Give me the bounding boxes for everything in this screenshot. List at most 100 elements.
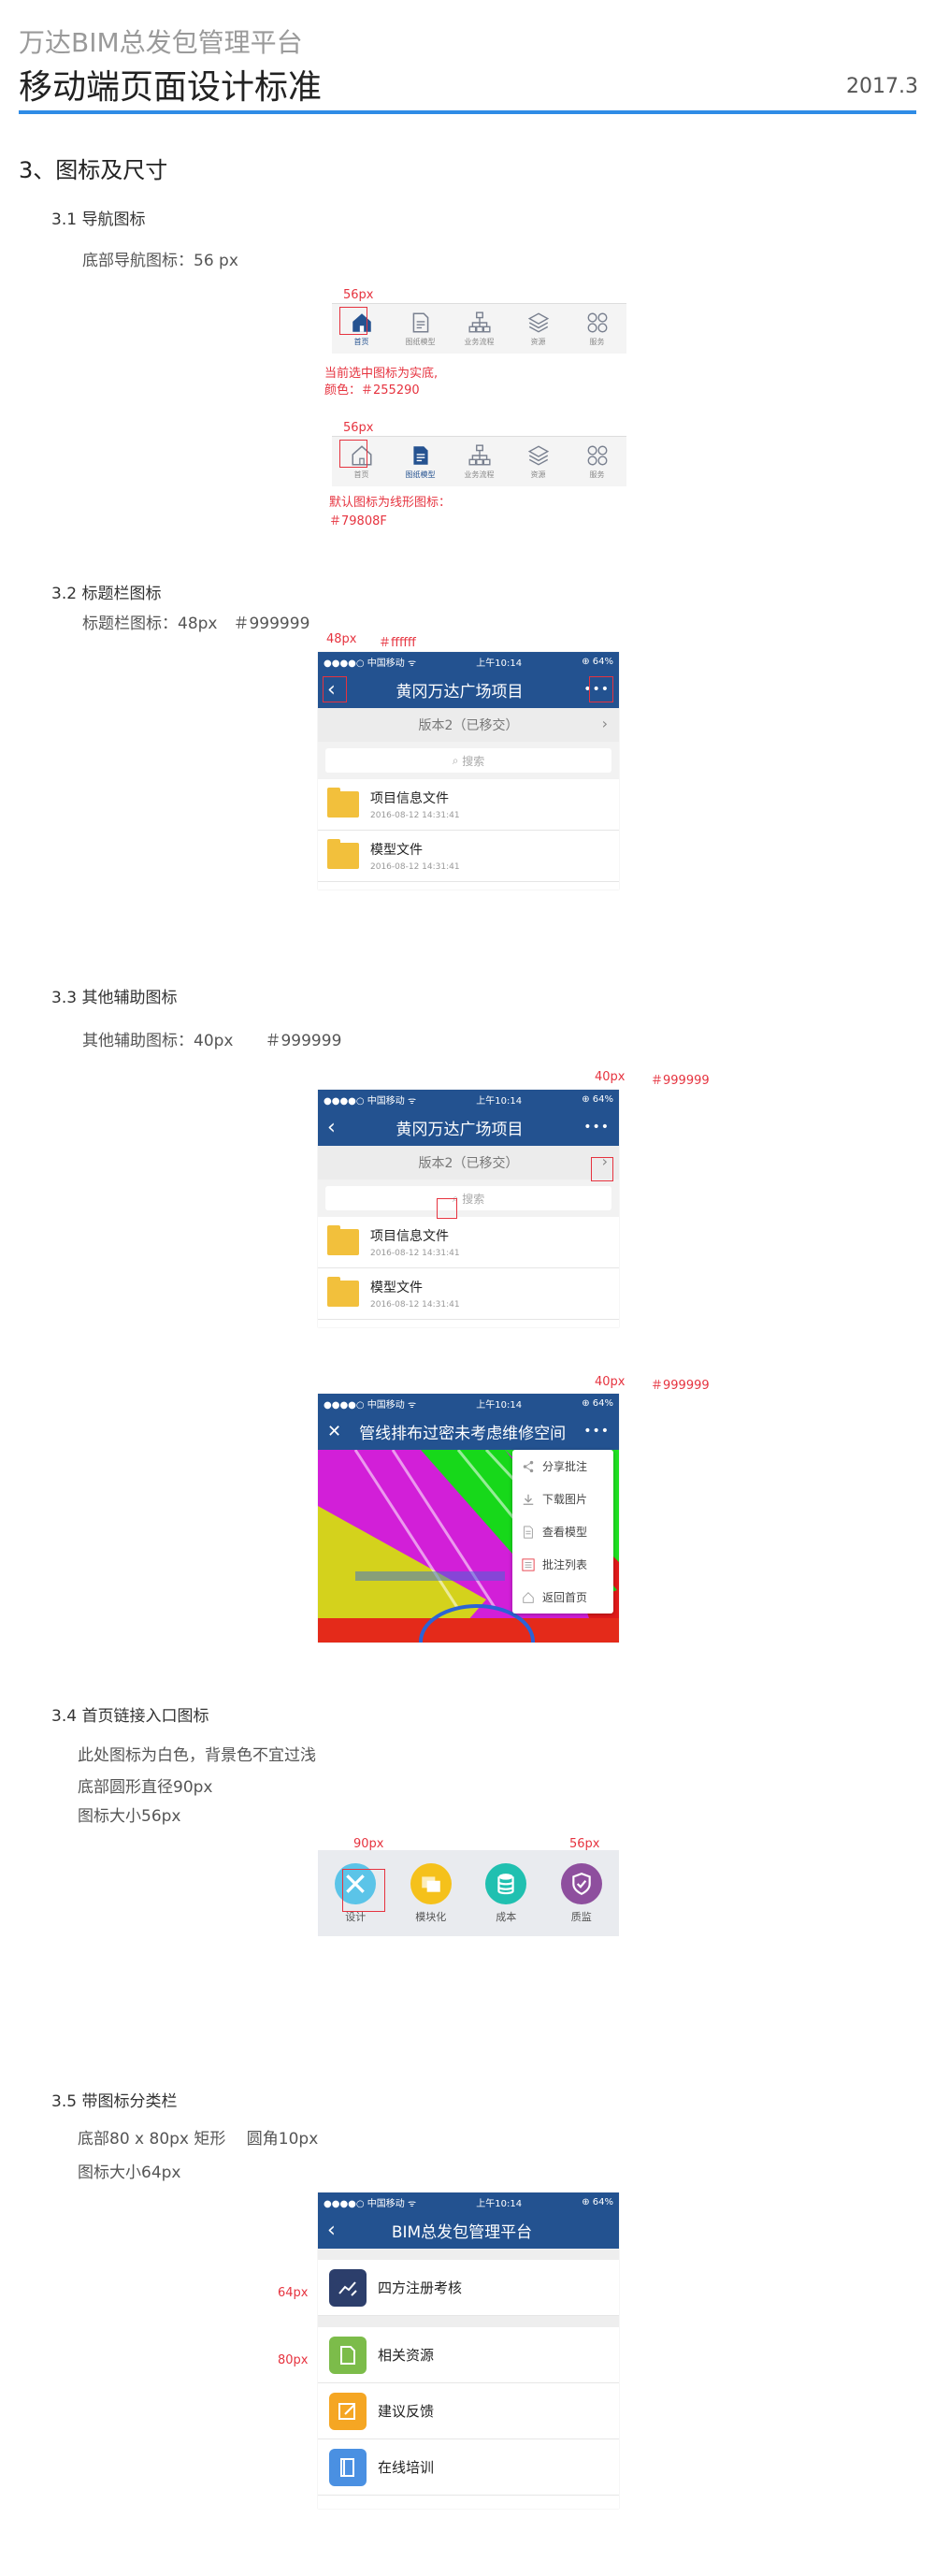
tab-resource[interactable]: 资源 — [509, 304, 568, 354]
list-item[interactable]: 模型文件 2016-08-12 14:31:41 — [318, 831, 619, 882]
s34-line3: 图标大小56px — [78, 1807, 181, 1826]
edit-icon — [329, 2392, 367, 2430]
modules-icon — [410, 1862, 452, 1904]
list-item[interactable]: 模型文件 2016-08-12 14:31:41 — [318, 1268, 619, 1320]
s31-title: 3.1 导航图标 — [51, 210, 146, 229]
layers-icon — [527, 312, 549, 333]
category-item[interactable]: 相关资源 — [318, 2327, 619, 2383]
bottom-nav-active: 首页 图纸模型 业务流程 资源 服务 — [332, 303, 626, 354]
entry-quality[interactable]: 质监 — [560, 1862, 602, 1924]
tab-workflow[interactable]: 业务流程 — [450, 437, 509, 486]
file-date: 2016-08-12 14:31:41 — [370, 1249, 460, 1258]
s31-size-label-1: 56px — [343, 288, 374, 302]
more-icon[interactable]: ••• — [583, 1120, 610, 1135]
category-label: 四方注册考核 — [378, 2279, 463, 2296]
list-item[interactable]: 项目信息文件 2016-08-12 14:31:41 — [318, 779, 619, 831]
highlight-box — [589, 676, 613, 702]
entry-module[interactable]: 模块化 — [410, 1862, 452, 1924]
tab-service[interactable]: 服务 — [568, 437, 626, 486]
s34-line2: 底部圆形直径90px — [78, 1778, 213, 1797]
list-item[interactable]: 项目信息文件 2016-08-12 14:31:41 — [318, 1217, 619, 1268]
tab-label: 图纸模型 — [405, 470, 436, 479]
s31-size-label-2: 56px — [343, 421, 374, 435]
file-date: 2016-08-12 14:31:41 — [370, 811, 460, 820]
s33-desc: 其他辅助图标：40px ＃999999 — [82, 1032, 342, 1050]
search-input[interactable]: ⌕ 搜索 — [325, 1186, 611, 1210]
s32-title: 3.2 标题栏图标 — [51, 585, 162, 603]
book-icon — [329, 2448, 367, 2486]
tab-service[interactable]: 服务 — [568, 304, 626, 354]
menu-item-home[interactable]: 返回首页 — [512, 1581, 613, 1614]
menu-item-view-model[interactable]: 查看模型 — [512, 1515, 613, 1548]
highlight-box — [437, 1198, 457, 1219]
category-item[interactable]: 在线培训 — [318, 2439, 619, 2496]
menu-label: 返回首页 — [542, 1591, 588, 1604]
list-icon — [522, 1557, 535, 1571]
flow-icon — [468, 444, 491, 466]
folder-icon — [327, 788, 359, 818]
s35-size-label-1: 64px — [278, 2286, 309, 2300]
close-icon[interactable]: ✕ — [327, 1422, 341, 1441]
tab-resource[interactable]: 资源 — [509, 437, 568, 486]
version-label: 版本2（已移交） — [418, 718, 519, 733]
document-icon — [329, 2336, 367, 2374]
s34-title: 3.4 首页链接入口图标 — [51, 1707, 209, 1726]
version-label: 版本2（已移交） — [418, 1156, 519, 1171]
file-name: 模型文件 — [370, 1281, 423, 1295]
back-icon[interactable]: ‹ — [327, 2219, 336, 2242]
battery: ⊕ 64% — [582, 656, 613, 667]
category-label: 在线培训 — [378, 2459, 435, 2476]
battery: ⊕ 64% — [582, 1397, 613, 1409]
tab-label: 业务流程 — [464, 338, 495, 346]
clock: 上午10:14 — [476, 1095, 523, 1107]
more-icon[interactable]: ••• — [583, 1424, 610, 1439]
phone-mock-aux: ●●●●○ 中国移动 ᯤ 上午10:14 ⊕ 64% ‹ 黄冈万达广场项目 ••… — [318, 1090, 619, 1327]
search-area: ⌕ 搜索 — [318, 742, 619, 779]
section-title: 3、图标及尺寸 — [19, 157, 168, 183]
file-name: 项目信息文件 — [370, 791, 449, 806]
file-name: 模型文件 — [370, 843, 423, 858]
status-bar: ●●●●○ 中国移动 ᯤ 上午10:14 ⊕ 64% — [318, 2192, 619, 2211]
tab-label: 资源 — [530, 470, 546, 479]
flow-icon — [468, 311, 491, 333]
tab-label: 服务 — [589, 338, 605, 346]
database-icon — [485, 1862, 527, 1904]
category-label: 建议反馈 — [378, 2403, 435, 2420]
search-input[interactable]: ⌕ 搜索 — [325, 748, 611, 773]
title-bar: ‹ BIM总发包管理平台 — [318, 2211, 619, 2249]
spacer — [318, 2316, 619, 2327]
category-item[interactable]: 建议反馈 — [318, 2383, 619, 2439]
back-icon[interactable]: ‹ — [327, 1116, 336, 1139]
entry-cost[interactable]: 成本 — [485, 1862, 527, 1924]
phone-mock-titlebar: ●●●●○ 中国移动 ᯤ 上午10:14 ⊕ 64% ‹ 黄冈万达广场项目 ••… — [318, 652, 619, 890]
version-bar[interactable]: 版本2（已移交） › — [318, 1146, 619, 1179]
menu-item-download[interactable]: 下载图片 — [512, 1483, 613, 1515]
carrier: ●●●●○ 中国移动 ᯤ — [324, 1095, 417, 1107]
tab-drawing-model[interactable]: 图纸模型 — [391, 437, 450, 486]
menu-item-share[interactable]: 分享批注 — [512, 1450, 613, 1483]
s35-size-label-2: 80px — [278, 2353, 309, 2367]
menu-label: 分享批注 — [542, 1460, 588, 1473]
nav-title: 管线排布过密未考虑维修空间 — [359, 1424, 567, 1443]
grid-circles-icon — [587, 312, 607, 333]
category-item[interactable]: 四方注册考核 — [318, 2260, 619, 2316]
highlight-box — [342, 1869, 385, 1912]
file-date: 2016-08-12 14:31:41 — [370, 862, 460, 872]
tab-label: 业务流程 — [464, 470, 495, 479]
tab-label: 服务 — [589, 470, 605, 479]
menu-label: 下载图片 — [542, 1493, 588, 1506]
document-icon — [412, 312, 428, 333]
carrier: ●●●●○ 中国移动 ᯤ — [324, 658, 417, 669]
phone-mock-category: ●●●●○ 中国移动 ᯤ 上午10:14 ⊕ 64% ‹ BIM总发包管理平台 … — [318, 2192, 619, 2509]
menu-item-annotation-list[interactable]: 批注列表 — [512, 1548, 613, 1581]
status-bar: ●●●●○ 中国移动 ᯤ 上午10:14 ⊕ 64% — [318, 1394, 619, 1412]
nav-title: 黄冈万达广场项目 — [396, 682, 524, 702]
search-placeholder: 搜索 — [462, 1192, 485, 1206]
file-date: 2016-08-12 14:31:41 — [370, 1300, 460, 1310]
version-bar[interactable]: 版本2（已移交） › — [318, 708, 619, 742]
document-solid-icon — [412, 446, 428, 465]
tab-drawing-model[interactable]: 图纸模型 — [391, 304, 450, 354]
tab-workflow[interactable]: 业务流程 — [450, 304, 509, 354]
download-icon — [523, 1494, 534, 1505]
tab-label: 首页 — [353, 470, 369, 479]
